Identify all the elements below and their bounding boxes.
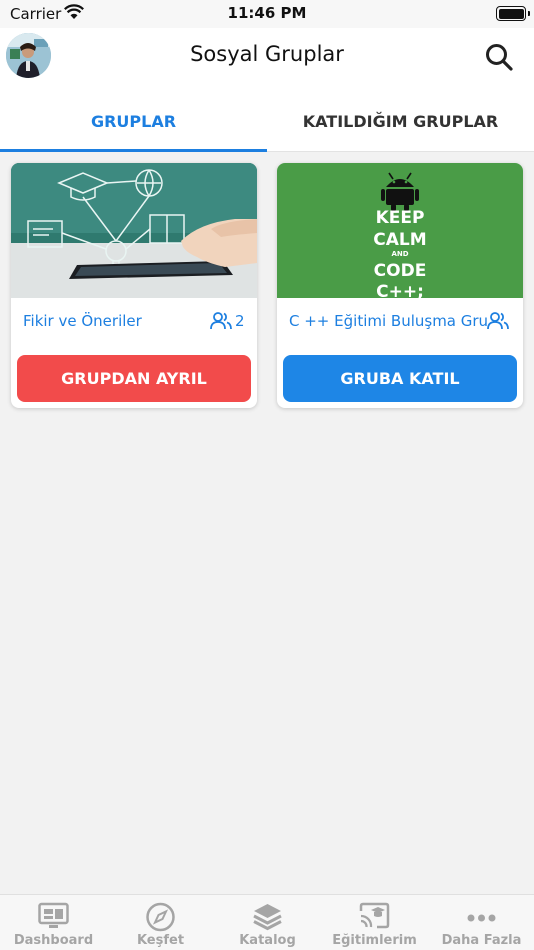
group-image: KEEP CALM AND CODE C++; [277, 163, 523, 298]
tab-gruplar[interactable]: GRUPLAR [0, 90, 267, 152]
group-image [11, 163, 257, 298]
tabbar-label: Eğitimlerim [332, 933, 417, 948]
search-icon[interactable] [484, 42, 514, 72]
page-title: Sosyal Gruplar [190, 42, 344, 66]
svg-text:C++;: C++; [376, 282, 424, 298]
member-count: 2 [235, 312, 245, 330]
tabbar-label: Dashboard [13, 933, 94, 948]
join-group-button[interactable]: GRUBA KATIL [283, 355, 517, 402]
svg-text:CALM: CALM [373, 230, 426, 250]
keep-calm-code-poster-icon: KEEP CALM AND CODE C++; [277, 163, 523, 298]
active-tab-indicator [0, 149, 267, 152]
svg-text:CODE: CODE [374, 261, 427, 281]
layers-icon [253, 904, 282, 931]
svg-text:KEEP: KEEP [376, 208, 425, 228]
nav-bar: Sosyal Gruplar [0, 28, 534, 90]
bottom-tab-bar: Dashboard Keşfet Katalog Eğitimlerim Dah… [0, 894, 534, 950]
tabbar-item-katalog[interactable]: Katalog [214, 895, 321, 950]
members-icon [210, 312, 232, 330]
tabbar-label: Daha Fazla [441, 933, 522, 948]
cast-icon [359, 902, 390, 929]
tabbar-item-egitimlerim[interactable]: Eğitimlerim [321, 895, 428, 950]
segment-tabs: GRUPLAR KATILDIĞIM GRUPLAR [0, 90, 534, 152]
more-icon [467, 914, 496, 922]
compass-icon [146, 902, 175, 932]
tabbar-label: Katalog [239, 933, 296, 948]
group-title[interactable]: C ++ Eğitimi Buluşma Grubu [289, 312, 507, 330]
idea-network-illustration-icon [11, 163, 257, 298]
status-time: 11:46 PM [227, 4, 307, 22]
svg-text:AND: AND [391, 250, 408, 258]
battery-icon [496, 6, 526, 21]
tabbar-item-kesfet[interactable]: Keşfet [107, 895, 214, 950]
group-title[interactable]: Fikir ve Öneriler [23, 312, 142, 330]
monitor-icon [38, 902, 69, 928]
leave-group-button[interactable]: GRUPDAN AYRIL [17, 355, 251, 402]
members-icon [487, 311, 509, 331]
tabbar-item-daha-fazla[interactable]: Daha Fazla [428, 895, 534, 950]
group-card[interactable]: Fikir ve Öneriler 2 GRUPDAN AYRIL [11, 163, 257, 408]
tab-katildigim-gruplar[interactable]: KATILDIĞIM GRUPLAR [267, 90, 534, 152]
tabbar-item-dashboard[interactable]: Dashboard [0, 895, 107, 950]
group-card[interactable]: KEEP CALM AND CODE C++; C ++ Eğitimi Bul… [277, 163, 523, 408]
tabbar-label: Keşfet [136, 933, 185, 948]
status-bar: Carrier 11:46 PM [0, 0, 534, 28]
